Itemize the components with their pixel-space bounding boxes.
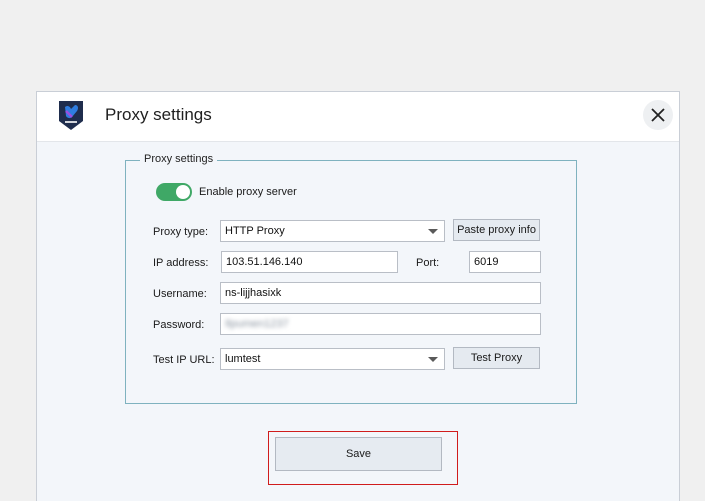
- test-ip-url-value: lumtest: [225, 353, 261, 365]
- test-proxy-button[interactable]: Test Proxy: [453, 347, 540, 369]
- save-button[interactable]: Save: [275, 437, 442, 471]
- proxy-type-label: Proxy type:: [153, 226, 209, 238]
- proxy-type-select[interactable]: HTTP Proxy: [220, 220, 445, 242]
- proxy-type-value: HTTP Proxy: [225, 225, 285, 237]
- close-icon: [651, 108, 665, 122]
- app-shield-logo-icon: [59, 101, 83, 130]
- port-input[interactable]: 6019: [469, 251, 541, 273]
- enable-proxy-toggle[interactable]: [156, 183, 192, 201]
- dialog-title: Proxy settings: [105, 105, 212, 124]
- close-button[interactable]: [643, 100, 673, 130]
- username-input[interactable]: ns-lijjhasixk: [220, 282, 541, 304]
- port-label: Port:: [416, 257, 440, 269]
- chevron-down-icon: [428, 229, 438, 234]
- group-legend: Proxy settings: [140, 153, 218, 165]
- proxy-settings-group: Proxy settings Enable proxy server Proxy…: [125, 153, 577, 404]
- proxy-settings-dialog: Proxy settings Proxy settings Enable pro…: [36, 91, 680, 501]
- ip-address-label: IP address:: [153, 257, 209, 269]
- test-ip-url-select[interactable]: lumtest: [220, 348, 445, 370]
- password-value: Ilpumen1237: [225, 318, 289, 330]
- ip-address-input[interactable]: 103.51.146.140: [221, 251, 398, 273]
- paste-proxy-info-button[interactable]: Paste proxy info: [453, 219, 540, 241]
- test-ip-url-label: Test IP URL:: [153, 354, 215, 366]
- password-input[interactable]: Ilpumen1237: [220, 313, 541, 335]
- enable-proxy-label: Enable proxy server: [199, 186, 297, 198]
- dialog-titlebar: Proxy settings: [37, 92, 679, 142]
- chevron-down-icon: [428, 357, 438, 362]
- toggle-knob: [176, 185, 190, 199]
- password-label: Password:: [153, 319, 205, 331]
- username-label: Username:: [153, 288, 207, 300]
